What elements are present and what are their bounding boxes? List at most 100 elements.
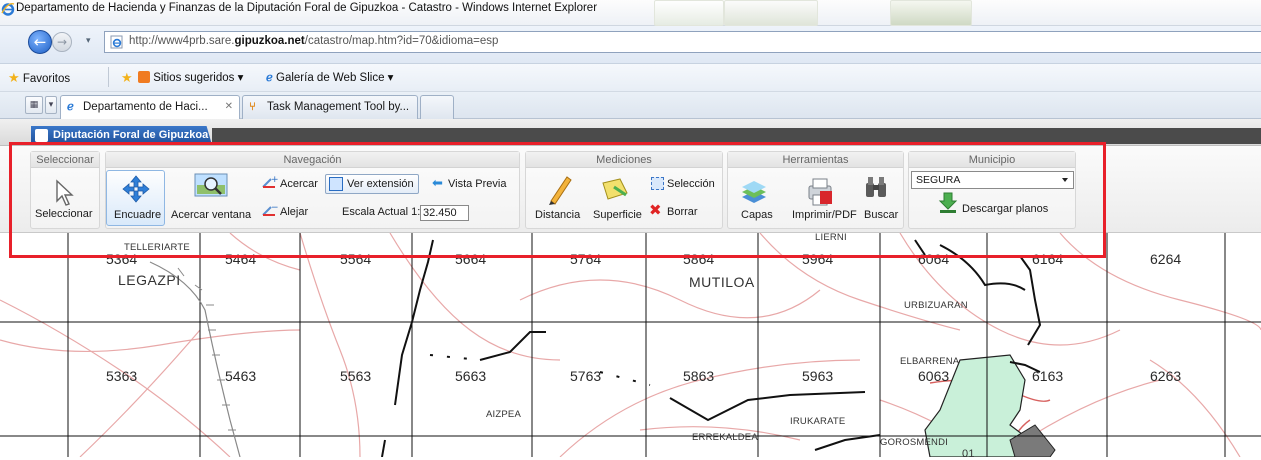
quick-tabs-icon[interactable]: ▦ xyxy=(25,96,43,114)
web-slice-gallery-button[interactable]: ℯ Galería de Web Slice ▾ xyxy=(266,70,393,84)
url-suffix: /catastro/map.htm?id=70&idioma=esp xyxy=(304,35,499,47)
group-title: Municipio xyxy=(909,152,1075,168)
select-button[interactable]: Seleccionar xyxy=(35,208,92,220)
full-extent-button[interactable]: Ver extensión xyxy=(325,174,419,194)
glass-decoration xyxy=(654,0,724,26)
address-field[interactable]: http://www4prb.sare.gipuzkoa.net/catastr… xyxy=(104,31,1261,53)
favorites-label: Favoritos xyxy=(22,73,71,85)
download-arrow-icon[interactable] xyxy=(938,192,958,214)
favorites-separator xyxy=(108,67,109,87)
ie-tab-icon: ℯ xyxy=(67,101,74,113)
previous-view-button[interactable]: Vista Previa xyxy=(448,178,507,190)
group-title: Mediciones xyxy=(526,152,722,168)
suggested-sites-icon xyxy=(138,71,150,83)
address-url: http://www4prb.sare.gipuzkoa.net/catastr… xyxy=(129,35,498,47)
svg-text:+: + xyxy=(271,175,279,185)
cell-label: 6163 xyxy=(1032,368,1064,384)
close-tab-icon[interactable]: ✕ xyxy=(225,96,233,118)
cell-label: 6263 xyxy=(1150,368,1182,384)
cell-label: 5463 xyxy=(225,368,257,384)
tab-list-dropdown-icon[interactable]: ▾ xyxy=(45,96,57,114)
distance-pencil-icon[interactable] xyxy=(545,173,573,205)
clear-button[interactable]: Borrar xyxy=(667,206,698,218)
tab-label: Task Management Tool by... xyxy=(267,101,410,113)
place-label: AIZPEA xyxy=(486,409,521,420)
place-label: ELBARRENA xyxy=(900,356,960,367)
scale-input[interactable]: 32.450 xyxy=(420,205,469,221)
cell-label: 5964 xyxy=(802,251,834,267)
group-title: Herramientas xyxy=(728,152,903,168)
url-prefix: http://www4prb.sare. xyxy=(129,35,235,47)
add-favorite-icon[interactable]: ★ xyxy=(121,70,133,86)
area-icon[interactable] xyxy=(600,177,630,203)
binoculars-icon[interactable] xyxy=(864,175,888,201)
select-arrow-icon[interactable] xyxy=(53,179,77,207)
download-plans-button[interactable]: Descargar planos xyxy=(962,203,1048,215)
suggested-sites-button[interactable]: Sitios sugeridos ▾ xyxy=(138,70,243,84)
place-label: LIERNI xyxy=(815,232,847,243)
full-extent-label: Ver extensión xyxy=(347,178,414,190)
parcel-label: 01 xyxy=(962,448,975,460)
ie-icon: ℯ xyxy=(266,72,273,84)
pan-arrows-icon xyxy=(122,175,150,203)
zoom-in-button[interactable]: Acercar xyxy=(280,178,318,190)
selection-button[interactable]: Selección xyxy=(667,178,715,190)
place-label: LEGAZPI xyxy=(118,272,181,288)
tab-catastro[interactable]: ℯ Departamento de Haci... ✕ xyxy=(60,95,240,119)
print-pdf-label: Imprimir/PDF xyxy=(792,209,857,221)
internet-explorer-icon xyxy=(1,3,15,16)
layers-icon[interactable] xyxy=(740,181,768,205)
previous-view-icon[interactable]: ⬅ xyxy=(432,176,443,191)
railway-line xyxy=(149,261,241,457)
chevron-down-icon xyxy=(1062,178,1068,182)
group-municipality: Municipio xyxy=(908,151,1076,229)
search-label: Buscar xyxy=(864,209,899,221)
tab-label: Departamento de Haci... xyxy=(83,101,208,113)
cell-label: 5564 xyxy=(340,251,372,267)
ie-page-icon xyxy=(110,35,123,49)
cell-label: 5363 xyxy=(106,368,138,384)
cell-label: 6064 xyxy=(918,251,950,267)
road-lines xyxy=(0,233,1261,457)
tab-task-management[interactable]: ⑂ Task Management Tool by... xyxy=(242,95,418,119)
map-canvas[interactable]: 5563 xyxy=(0,233,1261,457)
cell-label: 5863 xyxy=(683,368,715,384)
place-label: GOROSMENDI xyxy=(880,437,948,448)
cell-label: 5663 xyxy=(455,368,487,384)
zoom-out-button[interactable]: Alejar xyxy=(280,206,308,218)
web-slice-label: Galería de Web Slice ▾ xyxy=(276,72,394,84)
new-tab-button[interactable] xyxy=(420,95,454,119)
suggested-sites-label: Sitios sugeridos ▾ xyxy=(153,72,244,84)
municipality-select[interactable]: SEGURA xyxy=(911,171,1074,189)
history-dropdown-icon[interactable]: ▾ xyxy=(86,36,91,46)
favorites-button[interactable]: ★ Favoritos xyxy=(8,70,70,86)
forward-button[interactable]: → xyxy=(52,32,72,52)
cell-label: 5763 xyxy=(570,368,602,384)
scale-label: Escala Actual 1: xyxy=(342,206,421,218)
cell-label: 6264 xyxy=(1150,251,1182,267)
task-tool-icon: ⑂ xyxy=(249,101,256,113)
place-label: URBIZUARAN xyxy=(904,300,968,311)
url-domain: gipuzkoa.net xyxy=(234,35,305,47)
glass-decoration xyxy=(724,0,818,26)
glass-decoration xyxy=(890,0,972,26)
cell-label: 5464 xyxy=(225,251,257,267)
back-button[interactable]: ← xyxy=(28,30,52,54)
zoom-in-icon[interactable]: + xyxy=(261,175,279,189)
cell-label: 5664 xyxy=(455,251,487,267)
print-pdf-icon[interactable] xyxy=(805,177,835,207)
place-label: IRUKARATE xyxy=(790,416,846,427)
app-tab-label: Diputación Foral de Gipuzkoa xyxy=(53,129,209,141)
selection-icon[interactable] xyxy=(651,177,664,190)
zoom-window-label: Acercar ventana xyxy=(171,209,252,221)
place-label: ERREKALDEA xyxy=(692,432,758,443)
cell-label: 5864 xyxy=(683,251,715,267)
window-title-bar: Departamento de Hacienda y Finanzas de l… xyxy=(0,0,1261,26)
clear-x-icon[interactable]: ✖ xyxy=(649,201,662,219)
zoom-out-icon[interactable]: − xyxy=(261,203,279,217)
cell-label: 5963 xyxy=(802,368,834,384)
zoom-window-icon[interactable] xyxy=(194,173,228,199)
place-label: MUTILOA xyxy=(689,274,755,290)
app-tab-diputacion[interactable]: Diputación Foral de Gipuzkoa xyxy=(31,126,212,145)
group-title: Navegación xyxy=(106,152,519,168)
